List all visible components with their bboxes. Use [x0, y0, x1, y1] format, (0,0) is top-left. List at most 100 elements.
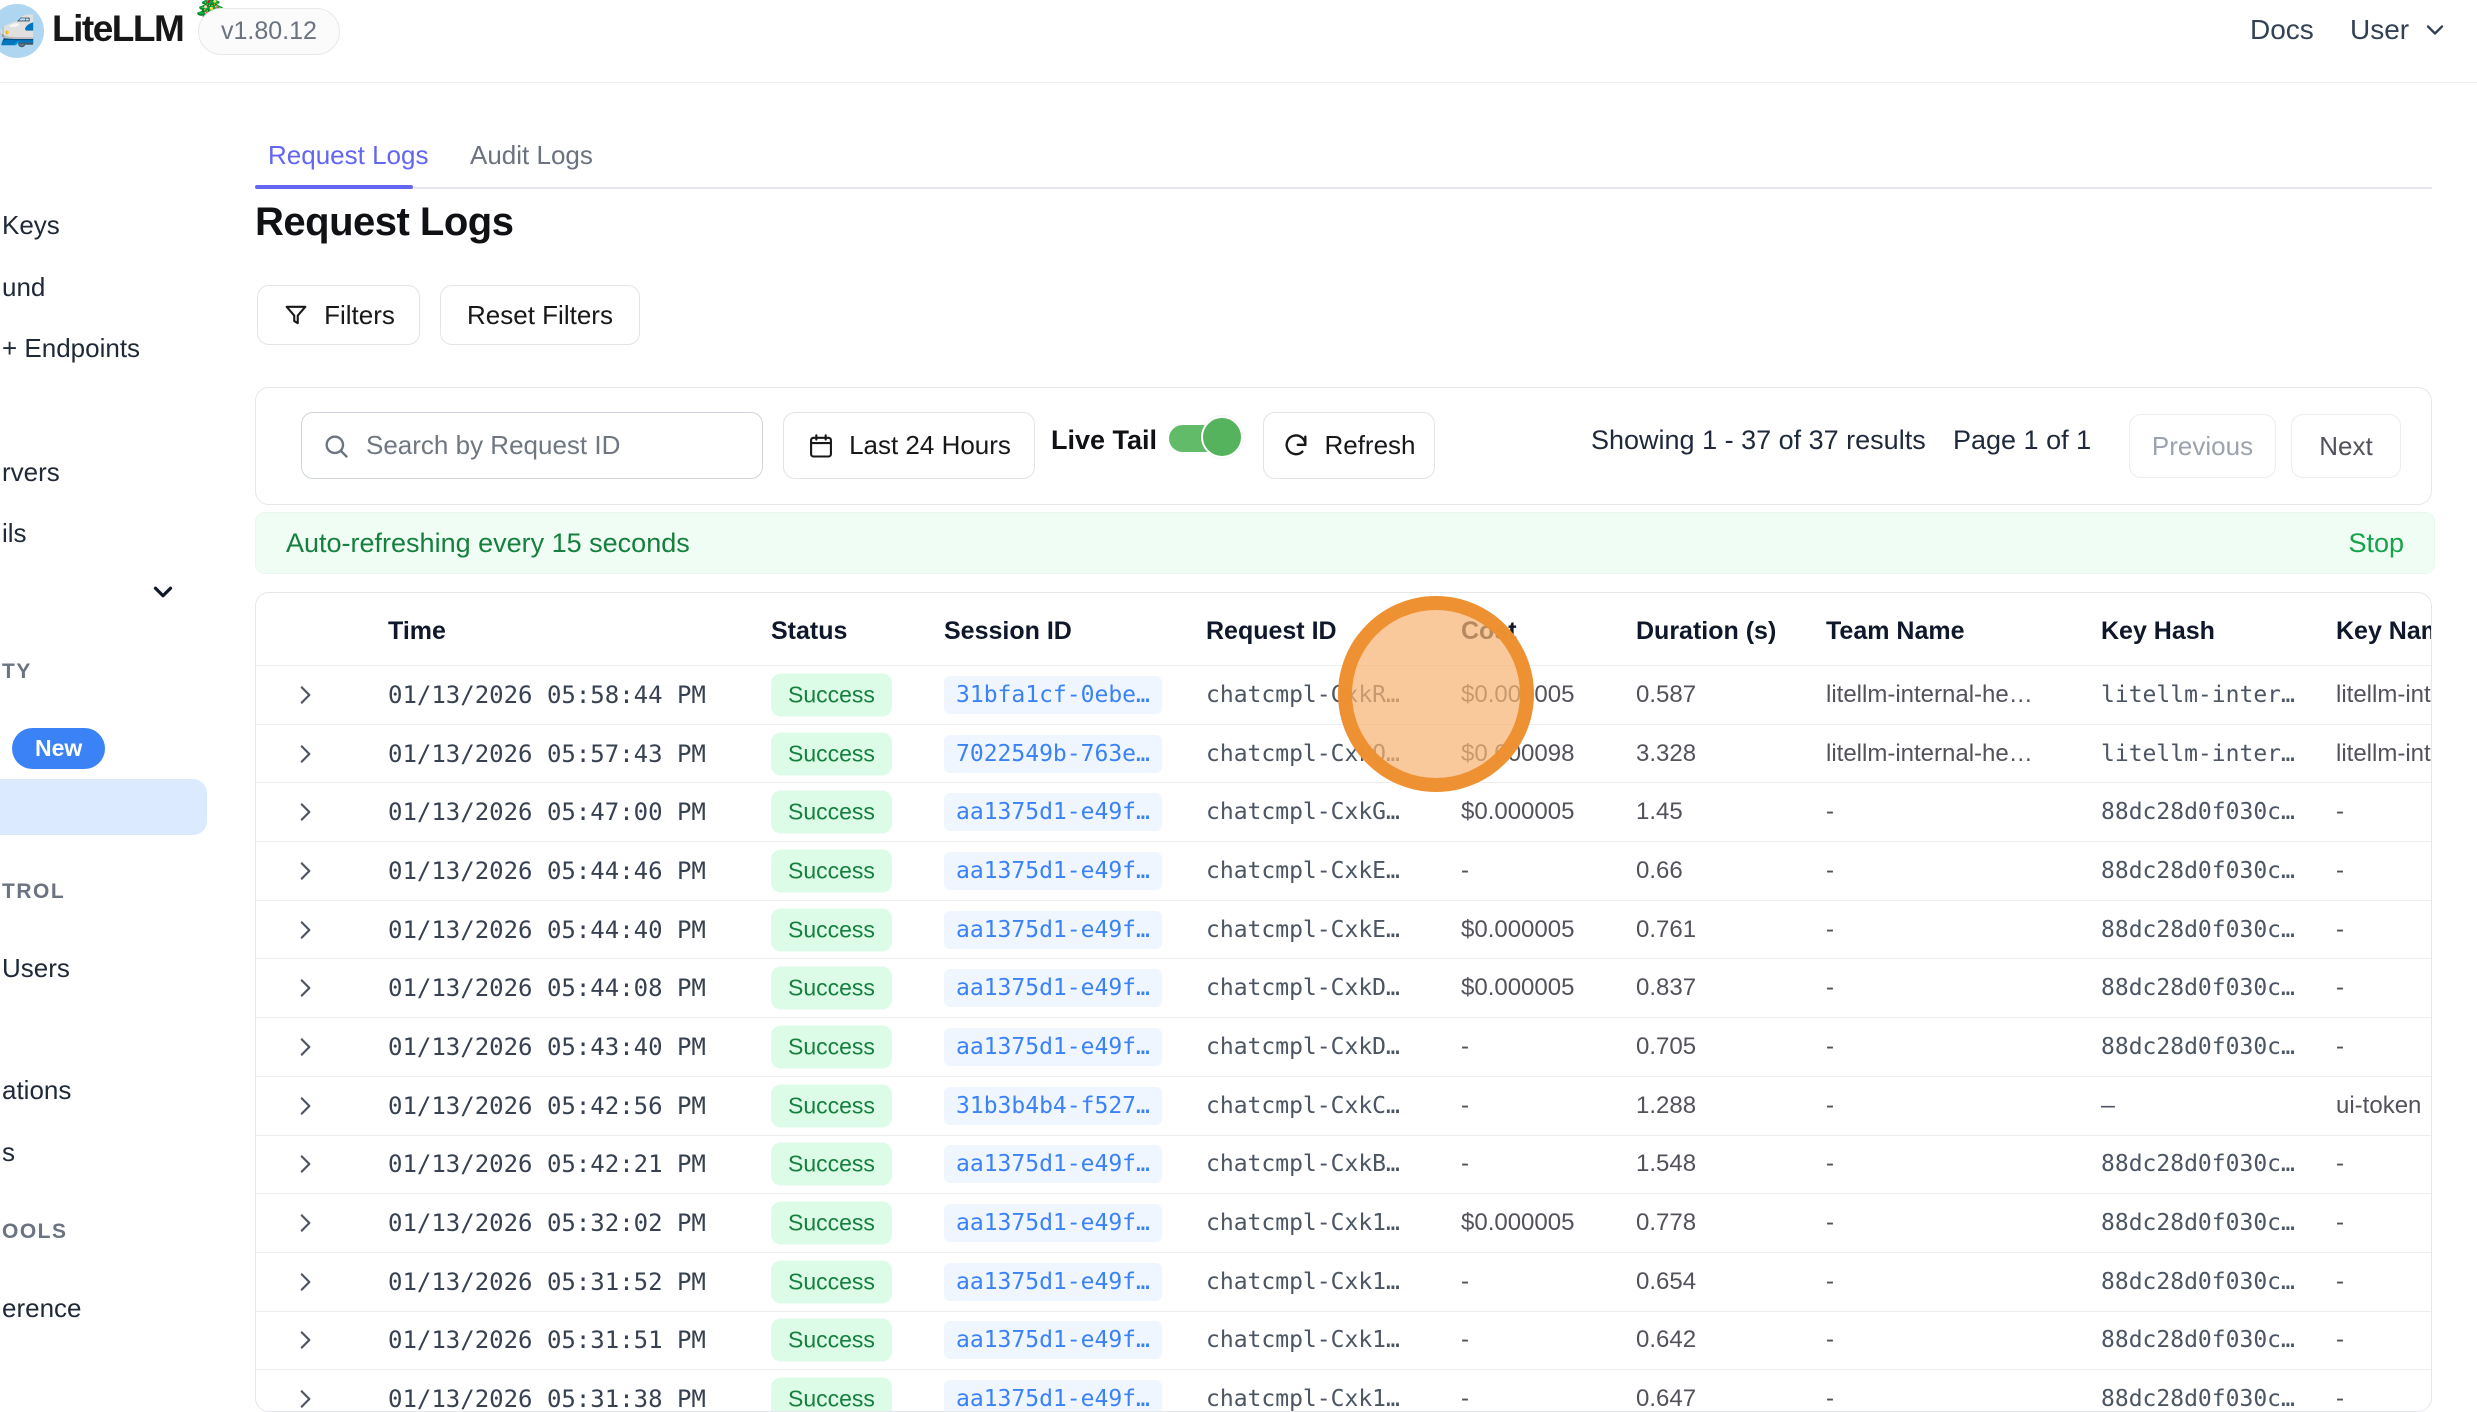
auto-refresh-banner: Auto-refreshing every 15 seconds Stop [255, 512, 2435, 574]
session-id-link[interactable]: 7022549b-763e… [944, 735, 1162, 773]
table-row[interactable]: 01/13/2026 05:44:40 PM Success aa1375d1-… [256, 900, 2431, 959]
table-row[interactable]: 01/13/2026 05:43:40 PM Success aa1375d1-… [256, 1017, 2431, 1076]
time-range-button[interactable]: Last 24 Hours [783, 412, 1035, 479]
table-row[interactable]: 01/13/2026 05:32:02 PM Success aa1375d1-… [256, 1193, 2431, 1252]
status-badge: Success [771, 1378, 892, 1412]
table-row[interactable]: 01/13/2026 05:31:38 PM Success aa1375d1-… [256, 1369, 2431, 1412]
cell-key-hash: 88dc28d0f030c… [2101, 975, 2295, 1001]
table-row[interactable]: 01/13/2026 05:47:00 PM Success aa1375d1-… [256, 782, 2431, 841]
status-badge: Success [771, 1025, 892, 1068]
status-badge: Success [771, 732, 892, 775]
toggle-knob [1201, 416, 1243, 458]
table-row[interactable]: 01/13/2026 05:31:52 PM Success aa1375d1-… [256, 1252, 2431, 1311]
sidebar-item-keys[interactable]: Keys [2, 210, 60, 241]
results-count-text: Showing 1 - 37 of 37 results [1591, 425, 1926, 456]
cell-key-name: - [2336, 1150, 2344, 1178]
expand-row-chevron-icon[interactable] [292, 1327, 318, 1353]
expand-row-chevron-icon[interactable] [292, 1210, 318, 1236]
sidebar-item-organizations[interactable]: ations [2, 1075, 71, 1106]
docs-link[interactable]: Docs [2250, 14, 2314, 46]
session-id-link[interactable]: aa1375d1-e49f… [944, 969, 1162, 1007]
cell-cost: - [1461, 1326, 1469, 1354]
tab-request-logs[interactable]: Request Logs [268, 140, 428, 171]
sidebar-item-servers[interactable]: rvers [2, 457, 60, 488]
table-row[interactable]: 01/13/2026 05:44:46 PM Success aa1375d1-… [256, 841, 2431, 900]
sidebar-item-guardrails[interactable]: ils [2, 518, 27, 549]
expand-row-chevron-icon[interactable] [292, 975, 318, 1001]
session-id-link[interactable]: 31bfa1cf-0ebe… [944, 676, 1162, 714]
brand-title: LiteLLM [52, 8, 183, 50]
session-id-link[interactable]: aa1375d1-e49f… [944, 1204, 1162, 1242]
tab-audit-logs[interactable]: Audit Logs [470, 140, 593, 171]
search-icon [322, 432, 350, 460]
session-id-link[interactable]: aa1375d1-e49f… [944, 852, 1162, 890]
expand-row-chevron-icon[interactable] [292, 917, 318, 943]
session-id-link[interactable]: 31b3b4b4-f527… [944, 1087, 1162, 1125]
table-row[interactable]: 01/13/2026 05:42:21 PM Success aa1375d1-… [256, 1135, 2431, 1194]
active-tab-underline [255, 185, 413, 189]
session-id-link[interactable]: aa1375d1-e49f… [944, 793, 1162, 831]
search-box[interactable] [301, 412, 763, 479]
sidebar-item-internal-users[interactable]: Users [2, 953, 70, 984]
click-indicator-circle [1338, 596, 1534, 792]
sidebar-item-teams[interactable]: s [2, 1137, 15, 1168]
cell-team-name: - [1826, 1268, 1834, 1296]
search-input[interactable] [364, 429, 742, 462]
cell-key-hash: 88dc28d0f030c… [2101, 1269, 2295, 1295]
col-header-key-hash: Key Hash [2101, 617, 2215, 646]
session-id-link[interactable]: aa1375d1-e49f… [944, 1263, 1162, 1301]
status-badge: Success [771, 791, 892, 834]
expand-row-chevron-icon[interactable] [292, 1151, 318, 1177]
table-row[interactable]: 01/13/2026 05:57:43 PM Success 7022549b-… [256, 724, 2431, 783]
sidebar-section-access-control: TROL [2, 880, 65, 904]
session-id-link[interactable]: aa1375d1-e49f… [944, 1321, 1162, 1359]
cell-time: 01/13/2026 05:42:21 PM [388, 1150, 706, 1178]
session-id-link[interactable]: aa1375d1-e49f… [944, 1145, 1162, 1183]
cell-team-name: - [1826, 916, 1834, 944]
expand-row-chevron-icon[interactable] [292, 858, 318, 884]
filters-button[interactable]: Filters [257, 285, 420, 345]
expand-row-chevron-icon[interactable] [292, 682, 318, 708]
expand-row-chevron-icon[interactable] [292, 1269, 318, 1295]
reset-filters-button[interactable]: Reset Filters [440, 285, 640, 345]
sidebar-item-api-reference[interactable]: erence [2, 1293, 82, 1324]
table-row[interactable]: 01/13/2026 05:44:08 PM Success aa1375d1-… [256, 958, 2431, 1017]
status-badge: Success [771, 1319, 892, 1362]
new-badge: New [12, 728, 105, 769]
sidebar-item-selected-logs[interactable] [0, 779, 207, 835]
cell-time: 01/13/2026 05:31:52 PM [388, 1268, 706, 1296]
expand-row-chevron-icon[interactable] [292, 799, 318, 825]
filters-button-label: Filters [324, 300, 395, 331]
sidebar-item-models-endpoints[interactable]: + Endpoints [2, 333, 140, 364]
table-row[interactable]: 01/13/2026 05:42:56 PM Success 31b3b4b4-… [256, 1076, 2431, 1135]
tabs-divider [255, 187, 2432, 189]
expand-row-chevron-icon[interactable] [292, 1093, 318, 1119]
live-tail-toggle[interactable] [1169, 416, 1255, 460]
session-id-link[interactable]: aa1375d1-e49f… [944, 1028, 1162, 1066]
cell-request-id: chatcmpl-Cxk1… [1206, 1269, 1400, 1295]
cell-request-id: chatcmpl-CxkB… [1206, 1151, 1400, 1177]
next-page-button[interactable]: Next [2291, 414, 2401, 478]
cell-cost: $0.000005 [1461, 1209, 1574, 1237]
cell-team-name: - [1826, 798, 1834, 826]
session-id-link[interactable]: aa1375d1-e49f… [944, 911, 1162, 949]
cell-team-name: - [1826, 974, 1834, 1002]
expand-row-chevron-icon[interactable] [292, 1386, 318, 1412]
expand-row-chevron-icon[interactable] [292, 741, 318, 767]
col-header-request-id: Request ID [1206, 617, 1337, 646]
cell-key-name: - [2336, 857, 2344, 885]
sidebar-collapse-chevron-icon[interactable] [148, 577, 178, 607]
expand-row-chevron-icon[interactable] [292, 1034, 318, 1060]
cell-key-name: - [2336, 1209, 2344, 1237]
cell-duration: 0.647 [1636, 1385, 1696, 1412]
table-row[interactable]: 01/13/2026 05:31:51 PM Success aa1375d1-… [256, 1311, 2431, 1370]
status-badge: Success [771, 849, 892, 892]
col-header-key-name: Key Name [2336, 617, 2432, 646]
sidebar-item-playground[interactable]: und [2, 272, 45, 303]
user-menu[interactable]: User [2350, 14, 2449, 46]
stop-auto-refresh-link[interactable]: Stop [2348, 528, 2404, 559]
previous-page-button[interactable]: Previous [2129, 414, 2276, 478]
refresh-button[interactable]: Refresh [1263, 412, 1435, 479]
page-title: Request Logs [255, 200, 513, 245]
cell-cost: $0.000005 [1461, 916, 1574, 944]
